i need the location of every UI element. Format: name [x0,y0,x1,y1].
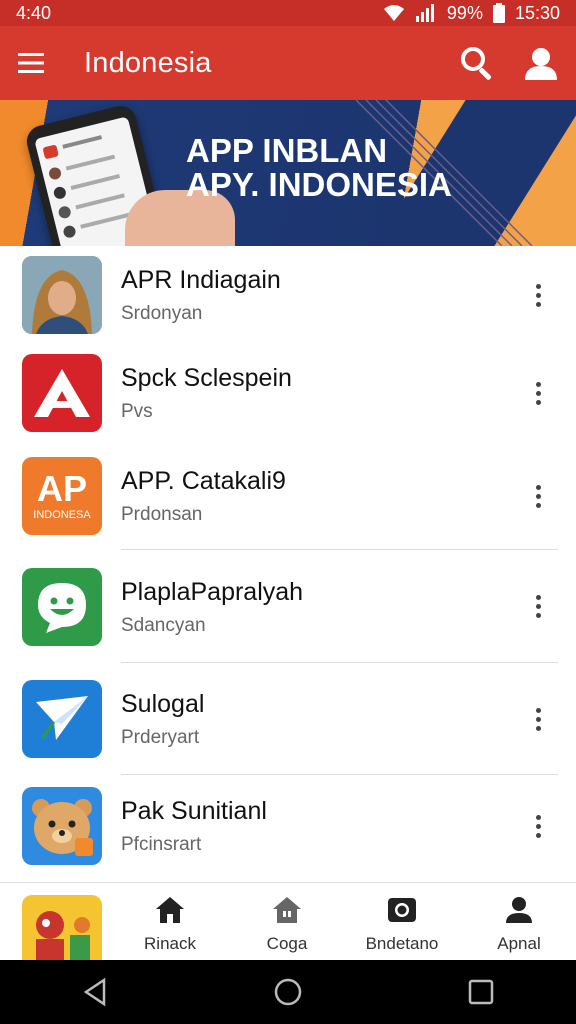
more-options-icon[interactable] [526,590,550,624]
battery-icon [492,3,505,23]
nav-rinack[interactable]: Rinack [115,895,225,954]
bottom-navigation: Rinack Coga Bndetano Apnal [0,882,576,961]
home-icon [156,897,184,923]
recents-icon[interactable] [468,979,494,1005]
nav-coga[interactable]: Coga [232,895,342,954]
app-subtitle: Pfcinsrart [121,834,202,855]
banner-line-1: APP INBLAN [186,132,388,169]
partial-app-tile[interactable] [22,895,102,961]
app-name: Sulogal [121,690,205,718]
app-text: APP. Catakali9 Prdonsan [121,466,286,526]
app-text: PlaplaPapralyah Sdancyan [121,577,303,637]
logo-subtext: INDONESA [33,509,91,521]
list-item[interactable]: Pak Sunitianl Pfcinsrart [0,775,576,877]
app-name: Spck Sclespein [121,364,292,392]
list-item[interactable]: AP INDONESA APP. Catakali9 Prdonsan [0,442,576,550]
home-circle-icon[interactable] [273,977,303,1007]
more-options-icon[interactable] [526,376,550,410]
app-name: APR Indiagain [121,266,281,294]
status-bar: 4:40 99% 15:30 [0,0,576,26]
system-navigation [0,960,576,1024]
wifi-icon [383,4,405,22]
nav-label: Apnal [497,934,541,953]
house-icon [273,897,301,923]
list-item[interactable]: PlaplaPapralyah Sdancyan [0,550,576,663]
banner-headline: APP INBLAN APY. INDONESIA [186,134,452,202]
status-time-left: 4:40 [16,2,52,23]
signal-icon [415,4,437,22]
camera-icon [388,898,416,922]
status-time-right: 15:30 [514,2,560,23]
list-item[interactable]: APR Indiagain Srdonyan [0,246,576,344]
page-title: Indonesia [84,46,212,79]
more-options-icon[interactable] [526,809,550,843]
logo-text: AP [36,468,87,509]
app-name: PlaplaPapralyah [121,577,304,606]
person-icon [506,897,532,923]
green-face-logo-icon [22,567,102,646]
app-text: Pak Sunitianl Pfcinsrart [121,796,267,856]
app-name: Pak Sunitianl [121,797,267,825]
app-subtitle: Sdancyan [121,614,206,636]
bear-logo-icon [22,787,102,865]
app-bar-actions [460,46,558,80]
app-bar: Indonesia [0,26,576,100]
more-options-icon[interactable] [526,479,550,513]
nav-label: Coga [266,934,308,953]
status-right: 99% 15:30 [383,3,560,24]
back-icon[interactable] [82,977,108,1007]
blue-arrow-logo-icon [22,680,102,758]
app-subtitle: Srdonyan [121,303,203,324]
menu-icon[interactable] [18,52,44,74]
person-photo-icon [22,256,102,334]
nav-apnal[interactable]: Apnal [464,895,574,954]
banner-line-2: APY. INDONESIA [186,166,452,203]
account-icon[interactable] [524,46,558,80]
red-a-logo-icon [22,354,102,432]
app-subtitle: Prderyart [121,727,200,748]
list-item[interactable]: Sulogal Prderyart [0,663,576,775]
app-name: APP. Catakali9 [121,467,286,495]
app-text: Sulogal Prderyart [121,689,204,749]
nav-bndetano[interactable]: Bndetano [347,895,457,954]
more-options-icon[interactable] [526,702,550,736]
nav-label: Bndetano [365,934,439,953]
ap-indonesia-logo-icon: AP INDONESA [22,457,102,535]
search-icon[interactable] [460,46,494,80]
app-subtitle: Prdonsan [121,504,203,525]
nav-label: Rinack [144,934,196,953]
more-options-icon[interactable] [526,278,550,312]
app-subtitle: Pvs [121,401,153,422]
app-text: APR Indiagain Srdonyan [121,265,281,325]
list-item[interactable]: Spck Sclespein Pvs [0,344,576,442]
app-list: APR Indiagain Srdonyan Spck Sclespein Pv… [0,246,576,877]
battery-percent: 99% [446,2,483,23]
app-text: Spck Sclespein Pvs [121,363,292,423]
